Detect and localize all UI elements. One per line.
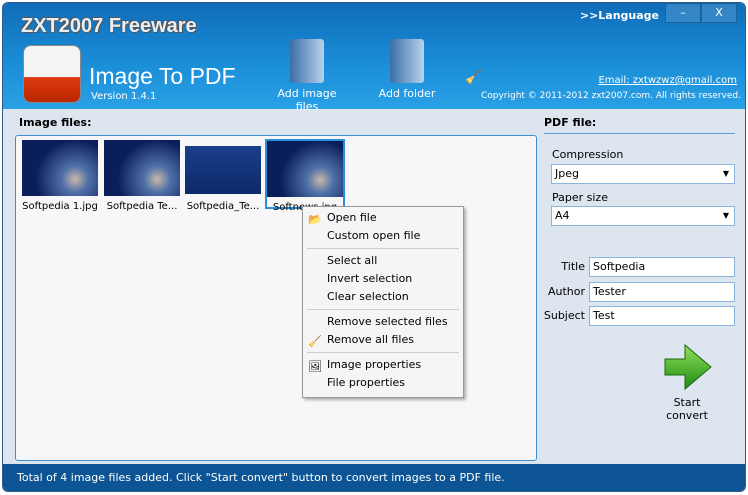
menu-invert-selection[interactable]: Invert selection: [305, 270, 461, 288]
menu-label: Select all: [327, 254, 378, 267]
thumb-label: Softpedia_Te...: [186, 201, 260, 212]
start-convert-label: Start convert: [666, 396, 708, 422]
compression-label: Compression: [552, 148, 624, 161]
menu-custom-open[interactable]: Custom open file: [305, 227, 461, 245]
image-files-heading: Image files:: [19, 116, 92, 129]
subject-label: Subject: [543, 309, 585, 322]
thumbnail-image: [185, 146, 261, 194]
close-button[interactable]: X: [701, 3, 737, 23]
divider: [544, 133, 735, 134]
product-name: Image To PDF: [89, 63, 236, 89]
thumbnail-image: [22, 140, 98, 196]
compression-select[interactable]: Jpeg ▼: [551, 164, 735, 184]
subject-input[interactable]: Test: [589, 306, 735, 326]
menu-separator: [307, 352, 459, 353]
image-thumb-selected[interactable]: Softnews.jpg: [265, 139, 345, 213]
thumb-label: Softpedia Te...: [106, 201, 178, 212]
thumbnail-image: [267, 141, 343, 197]
menu-label: File properties: [327, 376, 406, 389]
add-folder-button[interactable]: Add folder: [375, 39, 439, 100]
language-link[interactable]: >>Language: [580, 9, 659, 22]
paper-size-select[interactable]: A4 ▼: [551, 206, 735, 226]
add-image-files-button[interactable]: Add image files: [269, 39, 345, 113]
menu-label: Remove selected files: [327, 315, 448, 328]
menu-image-properties[interactable]: 🖼 Image properties: [305, 356, 461, 374]
menu-clear-selection[interactable]: Clear selection: [305, 288, 461, 306]
menu-label: Image properties: [327, 358, 422, 371]
title-label: Title: [561, 260, 585, 273]
menu-label: Open file: [327, 211, 377, 224]
app-window: ZXT2007 Freeware Image To PDF Version 1.…: [2, 2, 746, 492]
status-bar: Total of 4 image files added. Click "Sta…: [3, 464, 745, 491]
start-convert-button[interactable]: Start convert: [651, 341, 723, 422]
author-input[interactable]: Tester: [589, 282, 735, 302]
copyright-text: Copyright © 2011-2012 zxt2007.com. All r…: [480, 91, 741, 101]
menu-label: Invert selection: [327, 272, 413, 285]
broom-icon: 🧹: [308, 335, 322, 348]
paper-size-label: Paper size: [552, 191, 608, 204]
header-banner: ZXT2007 Freeware Image To PDF Version 1.…: [3, 3, 745, 113]
add-folder-label: Add folder: [378, 87, 436, 100]
menu-label: Remove all files: [327, 333, 414, 346]
chevron-down-icon: ▼: [722, 211, 729, 220]
menu-separator: [307, 309, 459, 310]
add-files-icon: [290, 39, 324, 83]
broom-icon[interactable]: 🧹: [465, 69, 482, 85]
menu-select-all[interactable]: Select all: [305, 252, 461, 270]
author-label: Author: [547, 285, 585, 298]
brand-title: ZXT2007 Freeware: [21, 15, 197, 37]
compression-value: Jpeg: [555, 167, 579, 180]
version-label: Version 1.4.1: [91, 91, 157, 102]
context-menu: 📂 Open file Custom open file Select all I…: [302, 206, 464, 398]
image-thumb[interactable]: Softpedia 1.jpg: [21, 140, 99, 212]
pdf-file-heading: PDF file:: [544, 116, 597, 129]
menu-file-properties[interactable]: File properties: [305, 374, 461, 392]
thumbnail-image: [104, 140, 180, 196]
minimize-button[interactable]: –: [665, 3, 701, 23]
thumb-label: Softpedia 1.jpg: [22, 201, 98, 212]
menu-remove-all[interactable]: 🧹 Remove all files: [305, 331, 461, 349]
folder-star-icon: [390, 39, 424, 83]
menu-label: Custom open file: [327, 229, 421, 242]
menu-open-file[interactable]: 📂 Open file: [305, 209, 461, 227]
menu-separator: [307, 248, 459, 249]
title-input[interactable]: Softpedia: [589, 257, 735, 277]
green-arrow-icon: [664, 343, 712, 391]
menu-label: Clear selection: [327, 290, 409, 303]
chevron-down-icon: ▼: [722, 169, 729, 178]
app-logo-icon: [23, 45, 81, 103]
menu-remove-selected[interactable]: Remove selected files: [305, 313, 461, 331]
email-link[interactable]: Email: zxtwzwz@gmail.com: [598, 75, 737, 86]
image-thumb[interactable]: Softpedia_Te...: [184, 140, 262, 212]
image-thumb[interactable]: Softpedia Te...: [103, 140, 181, 212]
paper-size-value: A4: [555, 209, 570, 222]
add-files-label: Add image files: [277, 87, 337, 113]
